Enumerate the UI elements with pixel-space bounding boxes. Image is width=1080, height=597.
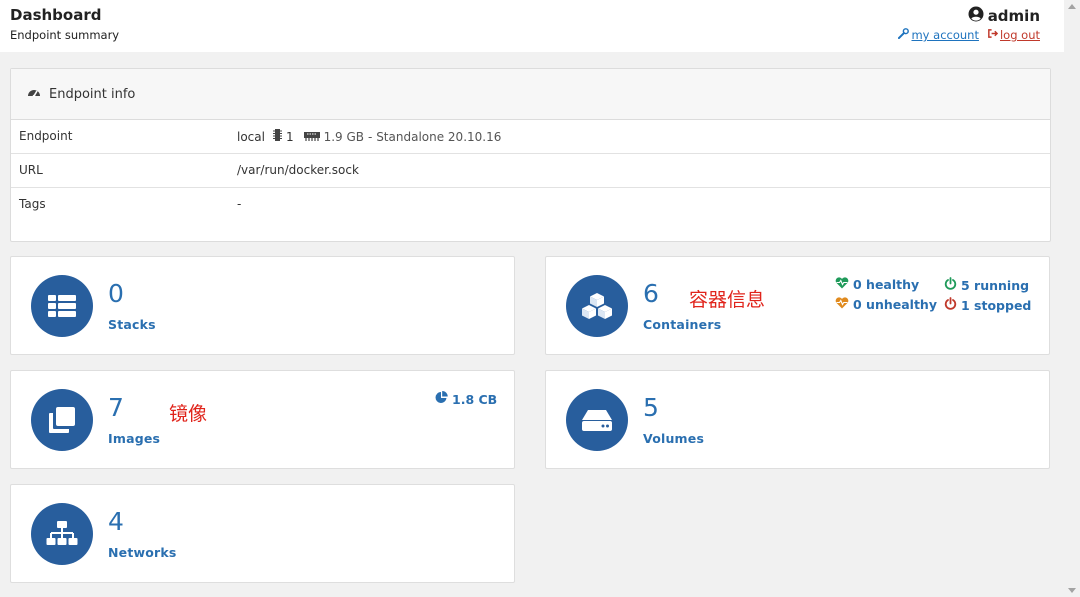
page-header: Dashboard Endpoint summary admin my acco… [0, 0, 1064, 52]
endpoint-key: Endpoint [19, 129, 73, 143]
sitemap-icon [31, 503, 93, 565]
tachometer-icon [27, 86, 41, 102]
unhealthy-text: 0 unhealthy [853, 297, 937, 312]
my-account-label: my account [911, 28, 979, 42]
images-annotation: 镜像 [169, 403, 208, 425]
images-size-stat: 1.8 CB [435, 391, 497, 407]
endpoint-memory: 1.9 GB [323, 129, 365, 144]
images-size-text: 1.8 CB [452, 391, 498, 407]
th-list-icon [31, 275, 93, 337]
page-title: Dashboard [10, 6, 102, 24]
tags-key: Tags [19, 197, 46, 211]
user-links: my account log out [898, 28, 1040, 42]
stacks-count: 0 [108, 279, 124, 308]
networks-label: Networks [108, 545, 177, 560]
user-circle-icon [968, 6, 984, 26]
log-out-link[interactable]: log out [987, 28, 1040, 42]
containers-label: Containers [643, 317, 722, 332]
url-row: URL /var/run/docker.sock [11, 154, 1050, 188]
pie-chart-icon [435, 391, 448, 407]
sign-out-icon [987, 28, 999, 42]
microchip-icon [272, 129, 282, 144]
scroll-up-arrow-icon[interactable] [1068, 4, 1076, 9]
username: admin [987, 7, 1040, 25]
endpoint-info-panel: Endpoint info Endpoint local 1 1.9 GB - … [10, 68, 1051, 242]
volumes-label: Volumes [643, 431, 705, 446]
url-value: /var/run/docker.sock [237, 163, 359, 177]
endpoint-row: Endpoint local 1 1.9 GB - Standalone 20.… [11, 120, 1050, 154]
images-label: Images [108, 431, 161, 446]
wrench-icon [898, 28, 910, 42]
hdd-icon [566, 389, 628, 451]
running-stat: 5 running [944, 277, 1029, 293]
running-text: 5 running [961, 277, 1030, 293]
heartbeat-icon [835, 277, 849, 292]
heartbeat-icon [835, 297, 849, 312]
stopped-text: 1 stopped [961, 297, 1032, 313]
containers-annotation: 容器信息 [689, 289, 766, 311]
log-out-label: log out [999, 28, 1040, 42]
images-count: 7 [108, 393, 124, 422]
tags-row: Tags - [11, 188, 1050, 221]
healthy-stat: 0 healthy [835, 277, 919, 292]
endpoint-value: local 1 1.9 GB - Standalone 20.10.16 [237, 129, 501, 144]
networks-count: 4 [108, 507, 124, 536]
unhealthy-stat: 0 unhealthy [835, 297, 937, 312]
user-info: admin [968, 6, 1040, 26]
containers-count: 6 [643, 279, 659, 308]
healthy-text: 0 healthy [853, 277, 920, 292]
tags-value: - [237, 197, 242, 211]
images-tile[interactable]: 7 Images 镜像 1.8 CB [10, 370, 515, 469]
power-icon [944, 297, 957, 313]
containers-tile[interactable]: 6 Containers 容器信息 0 healthy 0 unhealthy … [545, 256, 1050, 355]
endpoint-info-title: Endpoint info [49, 86, 136, 102]
networks-tile[interactable]: 4 Networks [10, 484, 515, 583]
stacks-tile[interactable]: 0 Stacks [10, 256, 515, 355]
volumes-tile[interactable]: 5 Volumes [545, 370, 1050, 469]
scroll-down-arrow-icon[interactable] [1068, 588, 1076, 593]
cubes-icon [566, 275, 628, 337]
vertical-scrollbar[interactable] [1064, 0, 1080, 597]
volumes-count: 5 [643, 393, 659, 422]
my-account-link[interactable]: my account [898, 28, 979, 42]
endpoint-info-header: Endpoint info [11, 69, 1050, 120]
clone-icon [31, 389, 93, 451]
stopped-stat: 1 stopped [944, 297, 1031, 313]
memory-icon [303, 130, 320, 144]
endpoint-suffix: - Standalone 20.10.16 [368, 129, 502, 144]
stacks-label: Stacks [108, 317, 156, 332]
page-subtitle: Endpoint summary [10, 28, 120, 42]
url-key: URL [19, 163, 43, 177]
power-icon [944, 277, 957, 293]
endpoint-name: local [237, 129, 265, 144]
endpoint-cpu: 1 [285, 129, 294, 144]
